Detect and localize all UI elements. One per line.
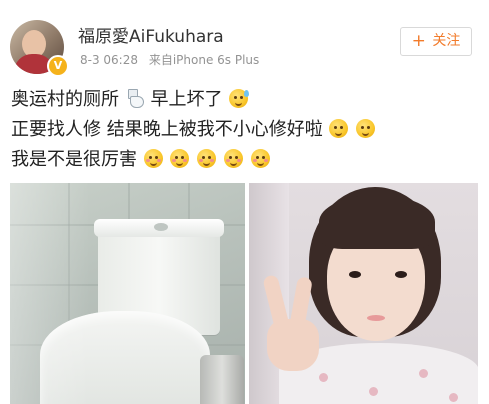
bangs	[319, 195, 435, 249]
post-text-segment: 奥运村的厕所	[11, 89, 119, 110]
sweat-smile-emoji-icon	[229, 89, 250, 108]
post-text-segment: 我是不是很厉害	[11, 149, 137, 170]
post-text-segment: 早上坏了	[150, 89, 223, 110]
blush-emoji-icon	[197, 149, 217, 168]
post-text-line-3: 我是不是很厉害	[11, 146, 271, 174]
thinking-emoji-icon	[329, 119, 349, 138]
post-source[interactable]: 来自iPhone 6s Plus	[149, 53, 259, 67]
blush-emoji-icon	[223, 149, 243, 168]
flush-button	[154, 223, 168, 231]
weibo-post: V 福原愛AiFukuhara 8-3 06:28 来自iPhone 6s Pl…	[0, 0, 489, 404]
toilet-icon	[127, 89, 144, 108]
eye	[395, 271, 407, 278]
trash-bin	[200, 355, 244, 404]
post-text-segment: 正要找人修 结果晚上被我不小心修好啦	[11, 119, 323, 140]
follow-button[interactable]: + 关注	[400, 27, 472, 56]
lips	[367, 315, 385, 321]
post-meta: 8-3 06:28 来自iPhone 6s Plus	[80, 51, 266, 68]
blush-emoji-icon	[143, 149, 163, 168]
post-timestamp: 8-3 06:28	[80, 53, 138, 67]
eye	[349, 271, 361, 278]
author-name[interactable]: 福原愛AiFukuhara	[78, 22, 224, 47]
photo-toilet[interactable]	[10, 183, 245, 404]
plus-icon: +	[411, 31, 426, 51]
post-text-line-2: 正要找人修 结果晚上被我不小心修好啦	[11, 116, 376, 144]
verified-badge-icon: V	[47, 55, 69, 77]
thinking-emoji-icon	[356, 119, 376, 138]
peace-sign-hand	[262, 274, 327, 375]
blush-emoji-icon	[170, 149, 190, 168]
follow-button-label: 关注	[432, 33, 461, 49]
post-text-line-1: 奥运村的厕所 早上坏了	[11, 86, 250, 114]
photo-selfie[interactable]	[249, 183, 478, 404]
blush-emoji-icon	[250, 149, 270, 168]
